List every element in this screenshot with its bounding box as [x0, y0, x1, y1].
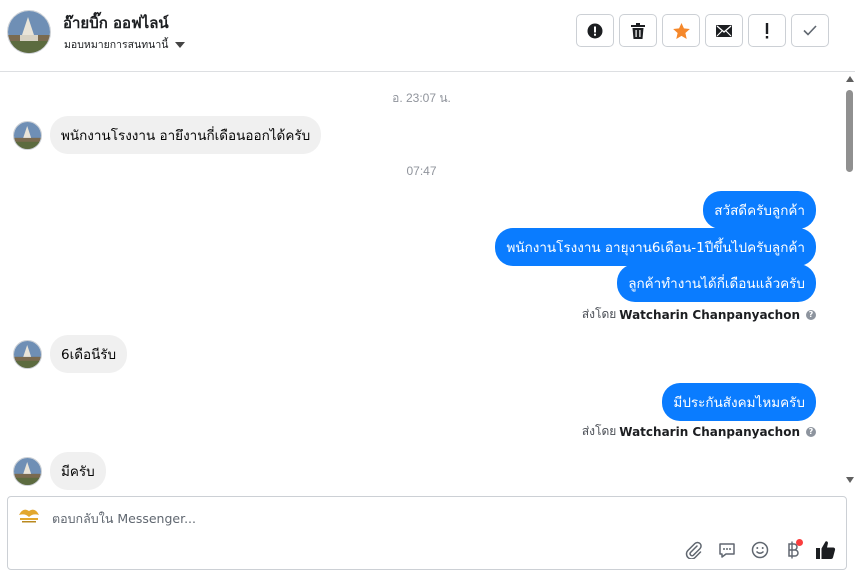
star-icon [672, 22, 690, 39]
incoming-message-row: พนักงานโรงงาน อายึงานกี่เดือนออกได้ครับ [13, 116, 322, 154]
contact-avatar[interactable] [7, 10, 51, 54]
message-bubble: มีประกันสังคมไหมครับ [662, 383, 816, 421]
saved-replies-button[interactable] [716, 539, 737, 560]
emoji-button[interactable] [749, 539, 770, 560]
scroll-up-arrow-icon[interactable] [846, 76, 854, 82]
page-logo-icon [17, 505, 41, 525]
reply-composer [7, 496, 847, 570]
sent-by-prefix: ส่งโดย [581, 307, 617, 321]
chat-icon [718, 542, 735, 558]
check-icon [803, 25, 817, 36]
mark-spam-button[interactable] [576, 14, 614, 47]
mail-icon [716, 24, 732, 37]
mark-unread-button[interactable] [705, 14, 743, 47]
paperclip-icon [685, 541, 702, 559]
delete-button[interactable] [619, 14, 657, 47]
message-bubble: ลูกค้าทำงานได้กี่เดือนแล้วครับ [617, 264, 816, 302]
payment-button[interactable] [782, 539, 803, 560]
assign-conversation-dropdown[interactable]: มอบหมายการสนทนานี้ [64, 36, 186, 53]
message-bubble: พนักงานโรงงาน อายุงาน6เดือน-1ปีขึ้นไปครั… [495, 228, 816, 266]
help-icon[interactable]: ? [806, 426, 816, 437]
notification-dot [796, 539, 803, 546]
message-bubble: สวัสดีครับลูกค้า [703, 191, 816, 229]
mark-done-button[interactable] [791, 14, 829, 47]
composer-tools [683, 539, 836, 560]
smiley-icon [751, 541, 768, 558]
thread-scrollbar[interactable] [843, 73, 855, 491]
conversation-header: อ๊ายบิ๊ก ออฟไลน์ มอบหมายการสนทนานี้ [0, 0, 855, 72]
attach-button[interactable] [683, 539, 704, 560]
follow-up-button[interactable] [748, 14, 786, 47]
incoming-message-row: 6เดือนีรับ [13, 335, 128, 373]
message-bubble: พนักงานโรงงาน อายึงานกี่เดือนออกได้ครับ [50, 116, 322, 154]
incoming-message-row: มีครับ [13, 452, 106, 490]
sent-by-prefix: ส่งโดย [581, 424, 617, 438]
assign-label: มอบหมายการสนทนานี้ [64, 39, 169, 51]
alert-icon [587, 23, 603, 38]
sender-avatar[interactable] [13, 456, 42, 486]
thumbs-up-icon [815, 541, 835, 559]
message-thread: อ. 23:07 น. พนักงานโรงงาน อายึงานกี่เดือ… [0, 73, 843, 491]
star-button[interactable] [662, 14, 700, 47]
reply-input[interactable] [52, 511, 652, 526]
timestamp: อ. 23:07 น. [392, 91, 451, 105]
sender-avatar[interactable] [13, 339, 42, 369]
sent-by-label: ส่งโดย Watcharin Chanpanyachon ? [582, 305, 816, 324]
exclamation-icon [765, 22, 769, 38]
timestamp: 07:47 [406, 164, 437, 178]
scroll-down-arrow-icon[interactable] [846, 477, 854, 483]
help-icon[interactable]: ? [806, 309, 816, 320]
sender-avatar[interactable] [13, 120, 42, 150]
header-toolbar [576, 14, 829, 47]
send-like-button[interactable] [815, 539, 836, 560]
caret-down-icon [175, 41, 186, 48]
sent-by-label: ส่งโดย Watcharin Chanpanyachon ? [582, 422, 816, 441]
scroll-thumb[interactable] [846, 90, 853, 172]
message-bubble: มีครับ [50, 452, 106, 490]
message-bubble: 6เดือนีรับ [50, 335, 128, 373]
sent-by-name: Watcharin Chanpanyachon [619, 424, 800, 439]
sent-by-name: Watcharin Chanpanyachon [619, 307, 800, 322]
contact-name: อ๊ายบิ๊ก ออฟไลน์ [63, 14, 169, 32]
trash-icon [631, 22, 645, 39]
